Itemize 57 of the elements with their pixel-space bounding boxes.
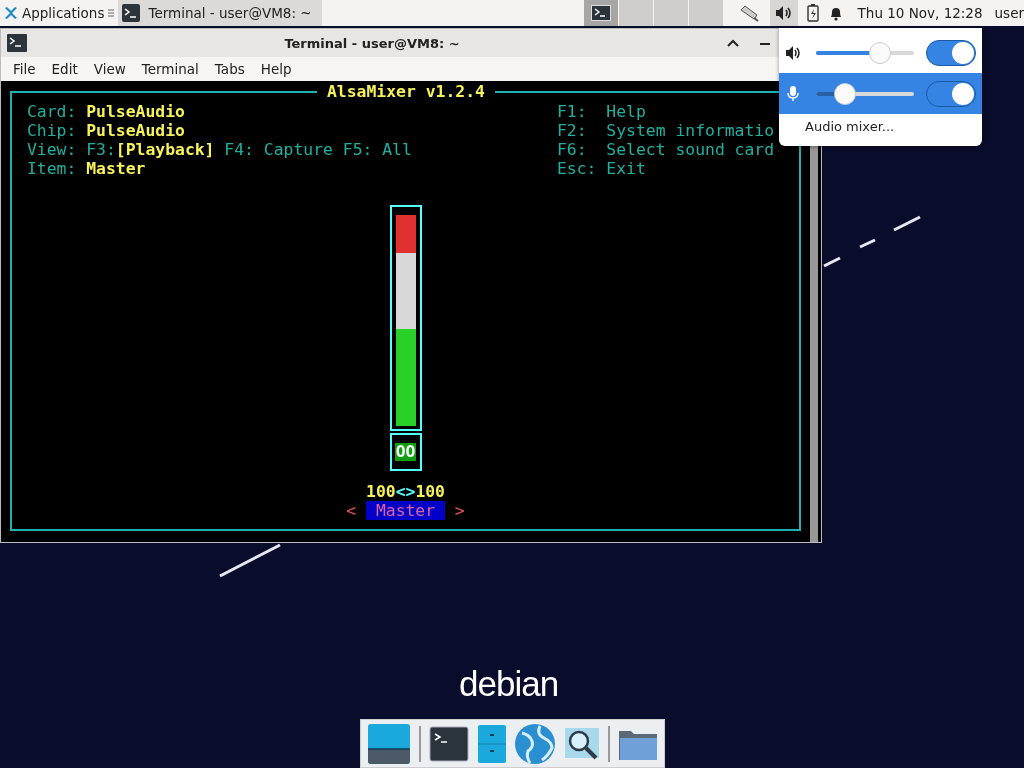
- key-help: F2: System informatio: [557, 121, 775, 140]
- file-cabinet-icon[interactable]: [476, 723, 507, 764]
- debian-logo: debian: [459, 664, 559, 704]
- menu-item[interactable]: Tabs: [214, 61, 245, 77]
- view-option[interactable]: [Playback]: [115, 140, 215, 159]
- volume-value: 100<>100: [366, 482, 445, 501]
- view-key: F4:: [224, 140, 254, 159]
- volume-button[interactable]: [769, 0, 798, 26]
- applications-menu[interactable]: Applications: [0, 0, 119, 26]
- toggle-switch[interactable]: [926, 80, 976, 107]
- menu-item[interactable]: Edit: [51, 61, 78, 77]
- info-label: Item:: [27, 159, 77, 178]
- volume-slider[interactable]: [816, 41, 914, 64]
- show-desktop-icon[interactable]: [366, 722, 411, 765]
- view-option[interactable]: All: [382, 140, 412, 159]
- network-icon[interactable]: [738, 4, 761, 22]
- volume-slider[interactable]: [816, 82, 914, 105]
- info-value: Master: [86, 159, 146, 178]
- info-value: PulseAudio: [86, 121, 185, 140]
- window-title: Terminal - user@VM8: ~: [283, 35, 461, 51]
- menu-item[interactable]: View: [93, 61, 126, 77]
- info-label: View:: [27, 140, 77, 159]
- view-key: F3:: [86, 140, 116, 159]
- battery-icon[interactable]: [806, 4, 819, 22]
- taskbar-button[interactable]: Terminal - user@VM8: ~: [118, 0, 322, 26]
- volume-bar[interactable]: [389, 205, 422, 431]
- user-menu[interactable]: user: [994, 5, 1024, 21]
- view-key: F5:: [342, 140, 373, 159]
- terminal-icon: [7, 34, 27, 52]
- key-help: F1: Help: [557, 102, 647, 121]
- terminal-icon: [122, 4, 141, 22]
- maximize-button[interactable]: [727, 38, 739, 48]
- info-value: PulseAudio: [86, 102, 185, 121]
- xfce-logo-icon: [4, 6, 18, 20]
- microphone-icon: [785, 85, 801, 102]
- info-label: Card:: [27, 102, 77, 121]
- notification-bell-icon[interactable]: [828, 5, 843, 21]
- speaker-icon: [785, 45, 801, 60]
- menu-item[interactable]: Terminal: [141, 61, 199, 77]
- info-label: Chip:: [27, 121, 77, 140]
- terminal-icon[interactable]: [428, 725, 469, 762]
- globe-icon[interactable]: [514, 722, 557, 765]
- volume-row[interactable]: [779, 73, 982, 114]
- key-help: Esc: Exit: [557, 159, 647, 178]
- mute-indicator: OO: [394, 443, 417, 461]
- menu-icon: [108, 8, 115, 18]
- clock[interactable]: Thu 10 Nov, 12:28: [857, 5, 983, 21]
- audio-mixer-link[interactable]: Audio mixer...: [779, 114, 982, 134]
- workspace-button[interactable]: [583, 0, 618, 26]
- toggle-switch[interactable]: [926, 39, 976, 66]
- speaker-icon: [774, 5, 793, 21]
- view-option[interactable]: Capture: [263, 140, 333, 159]
- key-help: F6: Select sound card: [557, 140, 775, 159]
- search-icon[interactable]: [564, 726, 601, 761]
- window-thumbnail-icon: [590, 5, 611, 21]
- menu-item[interactable]: File: [13, 61, 36, 77]
- menu-item[interactable]: Help: [260, 61, 292, 77]
